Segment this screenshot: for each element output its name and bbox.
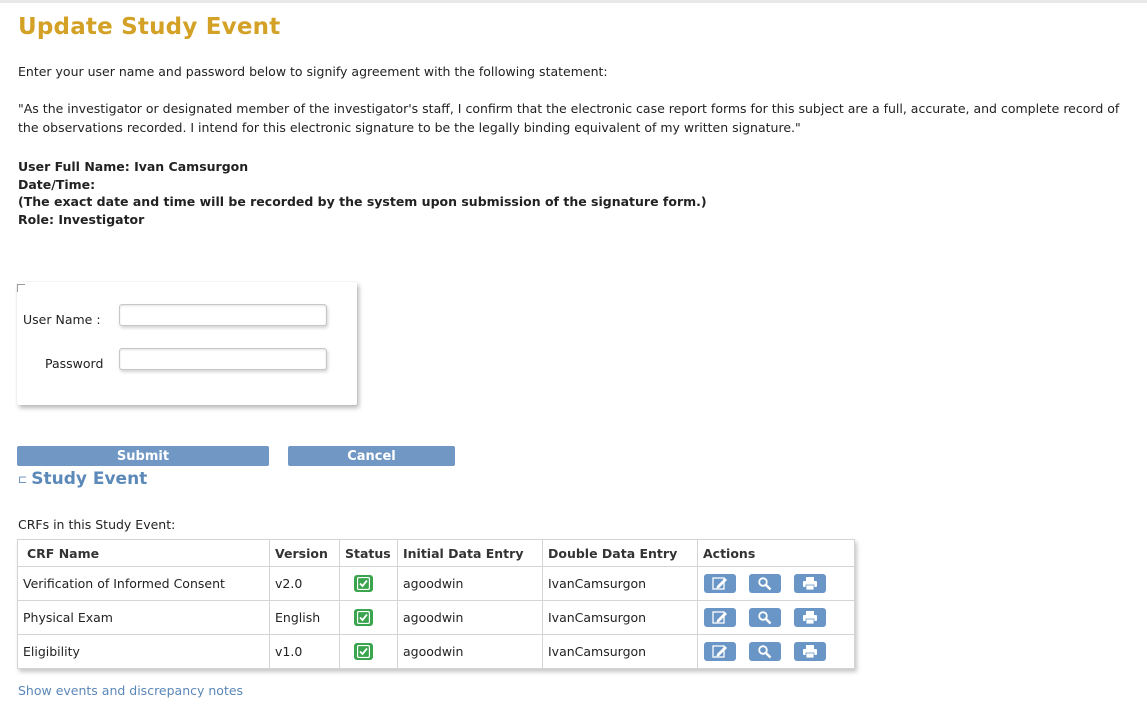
double-entry-cell: IvanCamsurgon [542, 566, 698, 601]
actions-cell [697, 566, 855, 601]
study-event-section-toggle[interactable]: ⊏ Study Event [18, 469, 147, 489]
version-cell: English [269, 600, 340, 635]
double-entry-cell: IvanCamsurgon [542, 634, 698, 669]
user-full-name: User Full Name: Ivan Camsurgon [18, 159, 249, 174]
username-input[interactable] [119, 304, 327, 326]
initial-entry-cell: agoodwin [397, 634, 543, 669]
show-events-link[interactable]: Show events and discrepancy notes [18, 683, 243, 698]
view-icon[interactable] [749, 642, 781, 661]
instruction-text: Enter your user name and password below … [18, 64, 608, 79]
statement-text: "As the investigator or designated membe… [18, 101, 1120, 135]
header-crf-name: CRF Name [17, 539, 270, 567]
edit-icon[interactable] [704, 642, 736, 661]
actions-cell [697, 600, 855, 635]
role-text: Role: Investigator [18, 211, 145, 227]
signature-info: User Full Name: Ivan Camsurgon Date/Time… [18, 158, 707, 228]
table-row: Physical Exam English agoodwin IvanCamsu… [17, 600, 855, 635]
print-icon[interactable] [794, 574, 826, 593]
version-cell: v2.0 [269, 566, 340, 601]
crf-name-cell: Eligibility [17, 634, 270, 669]
crfs-label: CRFs in this Study Event: [18, 517, 176, 532]
actions-cell [697, 634, 855, 669]
status-completed-icon [354, 575, 373, 592]
crf-name-cell: Verification of Informed Consent [17, 566, 270, 601]
top-divider [0, 0, 1147, 3]
status-cell [339, 600, 398, 635]
table-row: Eligibility v1.0 agoodwin IvanCamsurgon [17, 634, 855, 669]
header-status: Status [339, 539, 398, 567]
password-label: Password [45, 356, 104, 371]
edit-icon[interactable] [704, 608, 736, 627]
crf-table: CRF Name Version Status Initial Data Ent… [17, 539, 855, 669]
crf-name-cell: Physical Exam [17, 600, 270, 635]
status-cell [339, 566, 398, 601]
header-actions: Actions [697, 539, 855, 567]
submit-button[interactable]: Submit [17, 446, 269, 466]
page-title: Update Study Event [18, 14, 281, 40]
username-label: User Name : [23, 312, 101, 327]
header-version: Version [269, 539, 340, 567]
initial-entry-cell: agoodwin [397, 566, 543, 601]
login-box: User Name : Password [17, 282, 357, 405]
view-icon[interactable] [749, 608, 781, 627]
initial-entry-cell: agoodwin [397, 600, 543, 635]
edit-icon[interactable] [704, 574, 736, 593]
version-cell: v1.0 [269, 634, 340, 669]
header-double-data-entry: Double Data Entry [542, 539, 698, 567]
header-initial-data-entry: Initial Data Entry [397, 539, 543, 567]
status-cell [339, 634, 398, 669]
cancel-button[interactable]: Cancel [288, 446, 455, 466]
date-time-note: (The exact date and time will be recorde… [18, 194, 707, 209]
password-input[interactable] [119, 348, 327, 370]
fieldset-corner [17, 284, 25, 292]
date-time-label: Date/Time: [18, 176, 96, 192]
double-entry-cell: IvanCamsurgon [542, 600, 698, 635]
table-header-row: CRF Name Version Status Initial Data Ent… [17, 539, 855, 567]
print-icon[interactable] [794, 642, 826, 661]
collapse-icon[interactable]: ⊏ [18, 473, 27, 486]
table-row: Verification of Informed Consent v2.0 ag… [17, 566, 855, 601]
view-icon[interactable] [749, 574, 781, 593]
print-icon[interactable] [794, 608, 826, 627]
status-completed-icon [354, 643, 373, 660]
section-title: Study Event [31, 469, 148, 489]
status-completed-icon [354, 609, 373, 626]
